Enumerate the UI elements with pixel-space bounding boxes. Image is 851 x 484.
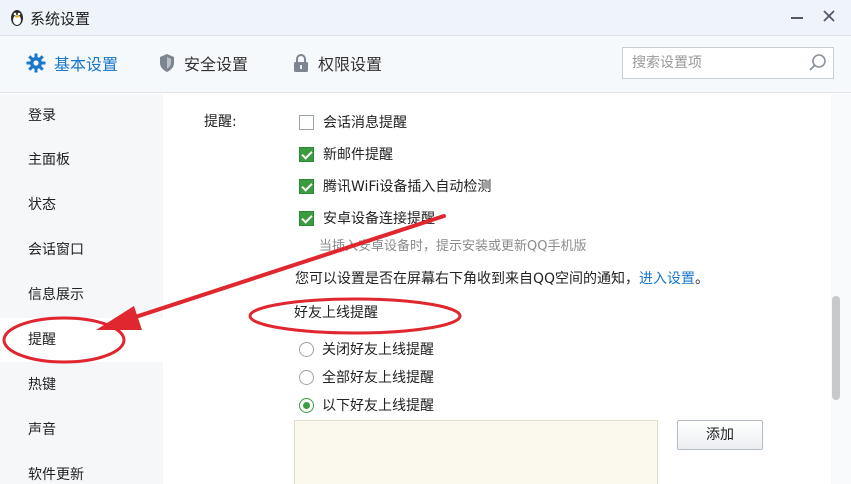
friend-online-all-option[interactable]: 全部好友上线提醒 bbox=[299, 366, 434, 388]
tab-basic-settings[interactable]: 基本设置 bbox=[26, 48, 118, 78]
window-title: 系统设置 bbox=[30, 10, 91, 28]
tab-label: 安全设置 bbox=[184, 55, 249, 74]
android-connect-remind-option[interactable]: 安卓设备连接提醒 bbox=[299, 207, 435, 229]
gear-icon bbox=[26, 53, 46, 73]
remind-section-label: 提醒: bbox=[204, 114, 237, 130]
checkbox[interactable] bbox=[299, 146, 314, 162]
scrollbar-thumb[interactable] bbox=[832, 296, 840, 400]
tab-label: 权限设置 bbox=[318, 55, 383, 74]
sidebar-item-software-update[interactable]: 软件更新 bbox=[0, 453, 163, 484]
scrollbar-track[interactable] bbox=[831, 94, 851, 484]
android-hint-text: 当插入安卓设备时，提示安装或更新QQ手机版 bbox=[319, 239, 587, 254]
checkbox[interactable] bbox=[299, 178, 314, 194]
title-bar: 系统设置 bbox=[0, 0, 851, 36]
radio-button[interactable] bbox=[299, 369, 314, 385]
sidebar-item-status[interactable]: 状态 bbox=[0, 183, 163, 227]
session-message-remind-option[interactable]: 会话消息提醒 bbox=[299, 111, 407, 133]
shield-icon bbox=[160, 54, 174, 72]
sidebar-item-login[interactable]: 登录 bbox=[0, 94, 163, 138]
search-box bbox=[622, 47, 834, 79]
minimize-button[interactable] bbox=[782, 3, 812, 29]
qzone-notice-tail: 。 bbox=[695, 271, 710, 287]
friend-online-remind-title: 好友上线提醒 bbox=[294, 305, 378, 321]
qq-penguin-icon bbox=[11, 10, 23, 26]
add-friend-button[interactable]: 添加 bbox=[677, 420, 763, 450]
lock-icon bbox=[294, 54, 308, 72]
radio-button[interactable] bbox=[299, 341, 314, 357]
close-button[interactable] bbox=[814, 3, 844, 29]
option-label: 安卓设备连接提醒 bbox=[323, 211, 435, 227]
option-label: 腾讯WiFi设备插入自动检测 bbox=[323, 179, 492, 195]
enter-settings-link[interactable]: 进入设置 bbox=[639, 271, 695, 287]
sidebar-item-main-panel[interactable]: 主面板 bbox=[0, 138, 163, 182]
sidebar-item-info-display[interactable]: 信息展示 bbox=[0, 273, 163, 317]
option-label: 关闭好友上线提醒 bbox=[322, 342, 434, 358]
search-input[interactable] bbox=[623, 48, 803, 78]
option-label: 新邮件提醒 bbox=[323, 147, 393, 163]
tab-permission-settings[interactable]: 权限设置 bbox=[292, 48, 382, 78]
radio-button[interactable] bbox=[299, 397, 314, 413]
settings-sidebar: 登录 主面板 状态 会话窗口 信息展示 提醒 热键 声音 软件更新 bbox=[0, 94, 163, 484]
qzone-notice: 您可以设置是否在屏幕右下角收到来自QQ空间的通知，进入设置。 bbox=[295, 268, 709, 288]
tab-security-settings[interactable]: 安全设置 bbox=[158, 48, 248, 78]
friend-list-box[interactable] bbox=[294, 420, 658, 484]
search-icon[interactable] bbox=[807, 52, 829, 74]
sidebar-item-remind[interactable]: 提醒 bbox=[0, 318, 163, 362]
option-label: 以下好友上线提醒 bbox=[322, 398, 434, 414]
wifi-device-detect-option[interactable]: 腾讯WiFi设备插入自动检测 bbox=[299, 175, 491, 197]
close-icon bbox=[823, 10, 835, 22]
tab-label: 基本设置 bbox=[54, 55, 119, 74]
qzone-notice-text: 您可以设置是否在屏幕右下角收到来自QQ空间的通知， bbox=[295, 271, 640, 287]
new-mail-remind-option[interactable]: 新邮件提醒 bbox=[299, 143, 393, 165]
checkbox[interactable] bbox=[299, 114, 314, 130]
sidebar-item-sound[interactable]: 声音 bbox=[0, 408, 163, 452]
option-label: 全部好友上线提醒 bbox=[322, 370, 434, 386]
sidebar-item-hotkeys[interactable]: 热键 bbox=[0, 363, 163, 407]
option-label: 会话消息提醒 bbox=[323, 115, 407, 131]
checkbox[interactable] bbox=[299, 210, 314, 226]
sidebar-item-chat-window[interactable]: 会话窗口 bbox=[0, 228, 163, 272]
friend-online-selected-option[interactable]: 以下好友上线提醒 bbox=[299, 394, 434, 416]
settings-tab-bar: 基本设置 安全设置 权限设置 bbox=[0, 36, 851, 93]
friend-online-off-option[interactable]: 关闭好友上线提醒 bbox=[299, 338, 434, 360]
